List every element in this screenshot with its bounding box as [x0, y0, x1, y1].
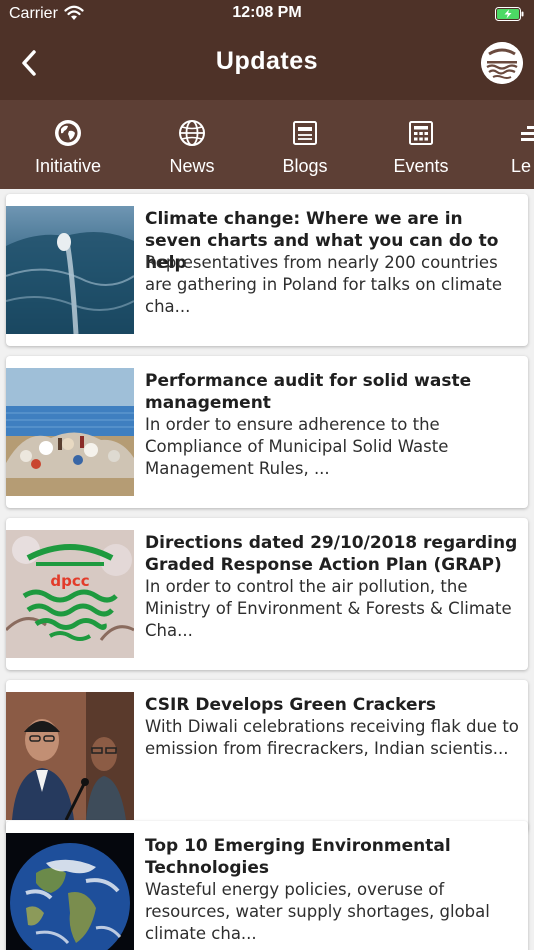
page-title: Updates	[215, 47, 319, 75]
calendar-icon	[409, 121, 433, 145]
article-card[interactable]: Performance audit for solid waste manage…	[6, 356, 528, 508]
article-summary: In order to ensure adherence to the Comp…	[145, 415, 449, 478]
tab-label: Events	[393, 156, 449, 176]
status-bar: Carrier 12:08 PM	[0, 0, 534, 28]
press-conference-image	[6, 692, 134, 820]
articles-list[interactable]: Climate change: Where we are in seven ch…	[0, 189, 534, 950]
article-card[interactable]: Top 10 Emerging Environmental Technologi…	[6, 821, 528, 950]
category-tab-bar: Initiative News Blogs Events Le	[0, 100, 534, 189]
article-summary: In order to control the air pollution, t…	[145, 577, 512, 640]
article-title: Top 10 Emerging Environmental Technologi…	[145, 836, 451, 878]
tab-events[interactable]: Events	[366, 100, 476, 189]
article-summary: Wasteful energy policies, overuse of res…	[145, 880, 490, 943]
tab-initiative[interactable]: Initiative	[13, 100, 123, 189]
tab-label: Le	[511, 156, 532, 176]
article-title: Performance audit for solid waste manage…	[145, 371, 472, 413]
globe-icon	[55, 120, 81, 146]
article-title: CSIR Develops Green Crackers	[145, 695, 437, 715]
document-icon	[293, 121, 317, 145]
list-icon	[521, 126, 534, 141]
article-card[interactable]: CSIR Develops Green Crackers With Diwali…	[6, 680, 528, 832]
dpcc-logo-image: dpcc	[6, 530, 134, 658]
nav-bar: Updates	[0, 28, 534, 100]
clock: 12:08 PM	[232, 4, 302, 21]
ocean-wave-image	[6, 206, 134, 334]
tab-label: News	[169, 156, 215, 176]
maharashtra-logo[interactable]	[481, 42, 523, 84]
tab-blogs[interactable]: Blogs	[250, 100, 360, 189]
waste-dump-image	[6, 368, 134, 496]
tab-news[interactable]: News	[137, 100, 247, 189]
dpcc-text: dpcc	[50, 572, 89, 590]
earth-image	[6, 833, 134, 950]
article-card[interactable]: dpcc Directions dated 29/10/2018 regardi…	[6, 518, 528, 670]
article-title: Directions dated 29/10/2018 regarding Gr…	[145, 533, 518, 575]
maharashtra-emblem-icon	[481, 42, 523, 84]
tab-label: Initiative	[34, 156, 102, 176]
tab-more[interactable]: Le	[476, 100, 534, 189]
world-grid-icon	[179, 120, 205, 146]
article-summary: With Diwali celebrations receiving flak …	[145, 717, 519, 758]
article-summary: Representatives from nearly 200 countrie…	[145, 253, 503, 316]
article-card[interactable]: Climate change: Where we are in seven ch…	[6, 194, 528, 346]
tab-label: Blogs	[282, 156, 328, 176]
battery-charging-icon	[495, 7, 524, 21]
